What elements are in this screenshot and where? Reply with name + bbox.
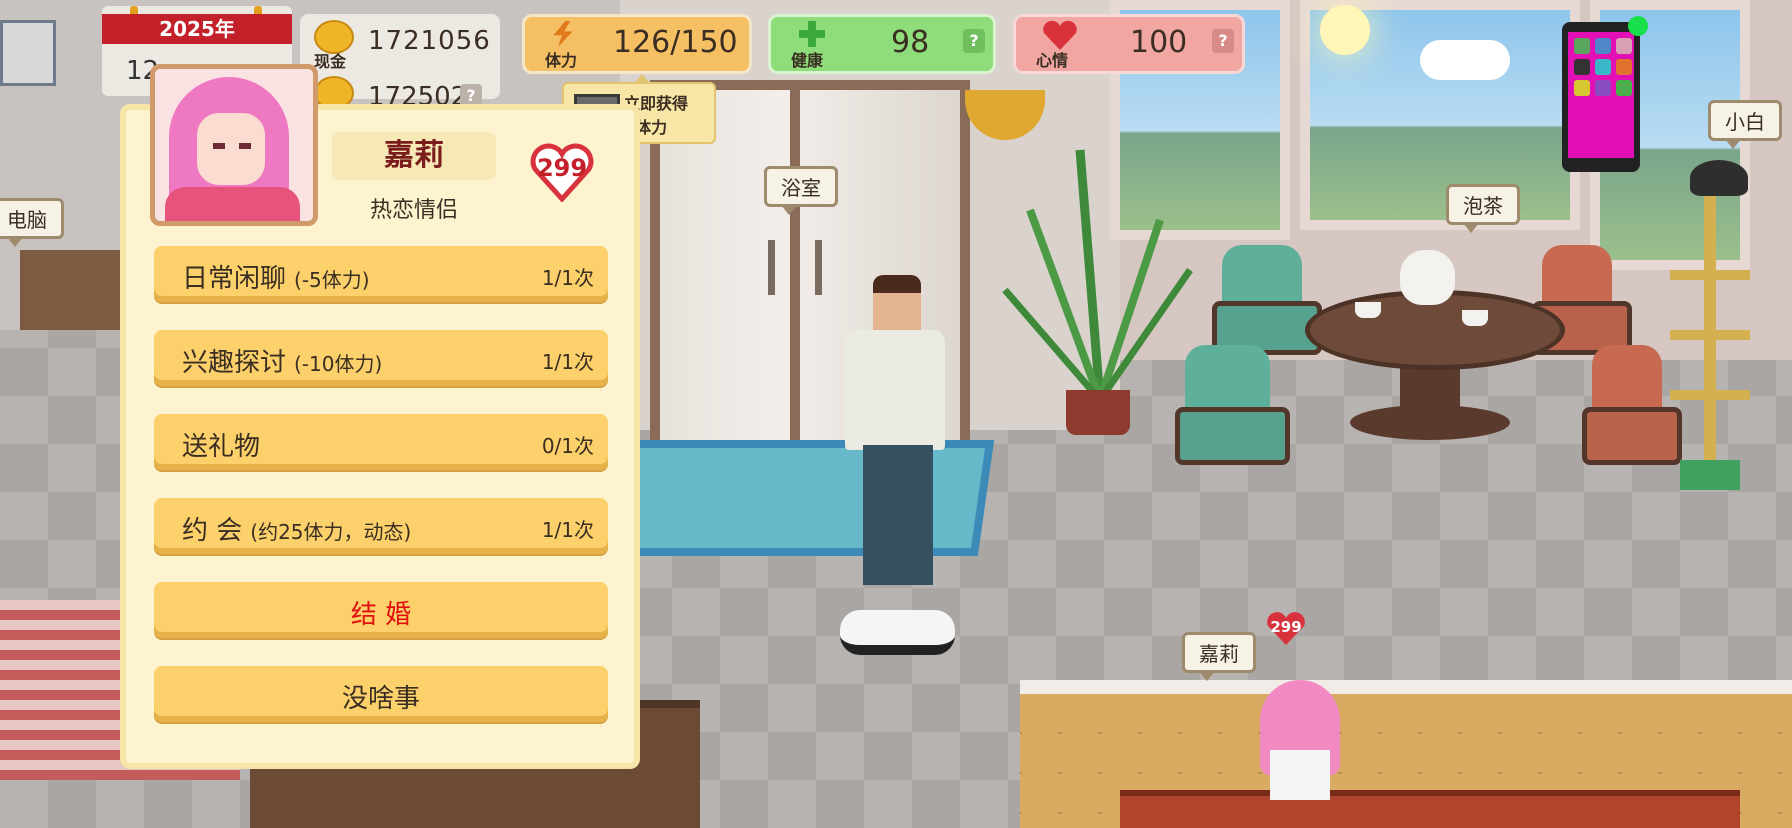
player-character	[840, 270, 955, 660]
interest-discussion-button[interactable]: 兴趣探讨 (-10体力) 1/1次	[154, 330, 608, 386]
cat-name-tag[interactable]: 小白	[1708, 100, 1782, 149]
help-icon[interactable]: ?	[1212, 29, 1234, 53]
character-name: 嘉莉	[332, 132, 496, 180]
girl-heart-value: 299	[1270, 618, 1302, 636]
energy-label: 体力	[545, 51, 578, 70]
mood-stat[interactable]: 心情 100 ?	[1013, 14, 1245, 74]
nothing-label: 没啥事	[341, 684, 420, 714]
chair[interactable]	[1582, 345, 1682, 465]
health-stat[interactable]: 健康 98 ?	[768, 14, 996, 74]
cat-tree	[1670, 190, 1750, 490]
teapot-icon[interactable]	[1400, 250, 1455, 305]
relationship-status: 热恋情侣	[369, 198, 458, 223]
character-portrait	[150, 64, 318, 226]
cat-icon[interactable]	[1690, 160, 1748, 196]
help-icon[interactable]: ?	[963, 29, 985, 53]
health-value: 98	[891, 25, 930, 60]
option-cost: (-10体力)	[294, 352, 383, 376]
daily-chat-button[interactable]: 日常闲聊 (-5体力) 1/1次	[154, 246, 608, 302]
money-panel[interactable]: 现金 1721056 172502 ?	[300, 14, 500, 112]
bathroom-tag[interactable]: 浴室	[764, 166, 838, 215]
girl-character[interactable]	[1255, 680, 1345, 800]
option-label: 约 会	[182, 516, 243, 546]
health-cross-icon	[799, 21, 825, 47]
door-frame	[790, 90, 800, 450]
option-cost: (-5体力)	[294, 268, 370, 292]
energy-value: 126/150	[613, 25, 738, 60]
option-cost: (约25体力，动态)	[250, 520, 412, 544]
option-count: 0/1次	[541, 434, 594, 458]
option-label: 日常闲聊	[182, 264, 287, 294]
option-count: 1/1次	[541, 350, 594, 374]
sofa[interactable]	[1120, 790, 1740, 828]
lightning-icon	[553, 21, 573, 47]
marry-button[interactable]: 结 婚	[154, 582, 608, 638]
notification-dot	[1628, 16, 1648, 36]
sun	[1320, 5, 1370, 55]
chair[interactable]	[1212, 245, 1322, 355]
teacup-icon	[1462, 310, 1488, 326]
girl-name-tag[interactable]: 嘉莉	[1182, 632, 1256, 681]
energy-stat[interactable]: 体力 126/150	[522, 14, 752, 74]
computer-tag[interactable]: 电脑	[0, 198, 64, 247]
marry-label: 结 婚	[350, 600, 412, 630]
nothing-button[interactable]: 没啥事	[154, 666, 608, 722]
affection-heart-icon: 299	[530, 142, 594, 203]
affection-value: 299	[536, 154, 588, 182]
money-label: 现金	[314, 52, 347, 71]
option-count: 1/1次	[541, 266, 594, 290]
plant-icon	[1002, 149, 1193, 400]
mood-value: 100	[1130, 25, 1188, 60]
send-gift-button[interactable]: 送礼物 0/1次	[154, 414, 608, 470]
computer-icon[interactable]	[0, 20, 56, 86]
option-label: 送礼物	[182, 432, 261, 462]
chair[interactable]	[1175, 345, 1290, 465]
option-label: 兴趣探讨	[182, 348, 287, 378]
door-handle	[768, 240, 775, 295]
option-count: 1/1次	[541, 518, 594, 542]
tea-tag[interactable]: 泡茶	[1446, 184, 1520, 233]
door-handle	[815, 240, 822, 295]
teacup-icon	[1355, 302, 1381, 318]
date-button[interactable]: 约 会 (约25体力，动态) 1/1次	[154, 498, 608, 554]
year-label: 2025年	[102, 14, 292, 44]
money-value: 1721056	[368, 26, 491, 56]
plant-pot	[1066, 390, 1130, 435]
table-base	[1350, 405, 1510, 440]
phone-icon[interactable]	[1562, 16, 1648, 172]
phone-screen	[1568, 32, 1634, 158]
health-label: 健康	[791, 51, 824, 70]
heart-icon: 299	[1266, 612, 1306, 646]
mood-label: 心情	[1036, 51, 1069, 70]
cloud	[1420, 40, 1510, 80]
shelf	[20, 250, 130, 330]
